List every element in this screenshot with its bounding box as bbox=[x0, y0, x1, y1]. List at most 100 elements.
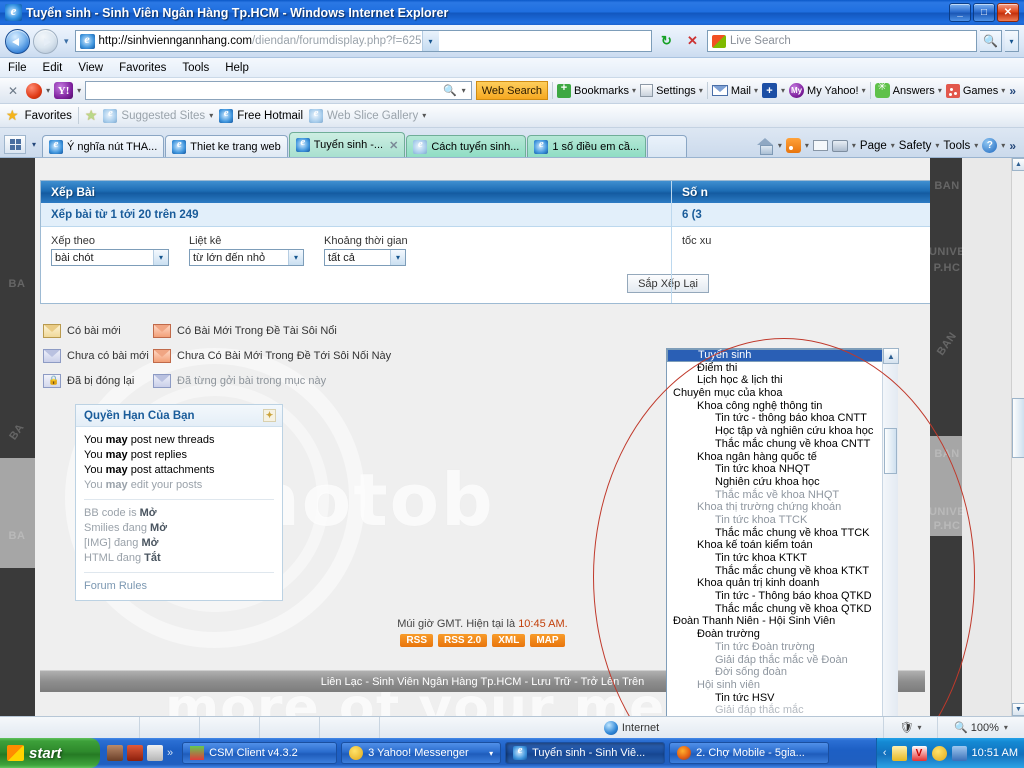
live-search-input[interactable]: Live Search bbox=[707, 30, 977, 52]
chevron-down-icon[interactable]: ▾ bbox=[974, 141, 978, 150]
address-dropdown-icon[interactable]: ▾ bbox=[421, 31, 439, 51]
badge-rss[interactable]: RSS bbox=[400, 634, 433, 647]
zoom-control[interactable]: 🔍 100% ▾ bbox=[938, 717, 1024, 738]
chevron-down-icon[interactable]: ▾ bbox=[1004, 723, 1008, 732]
quick-launch-overflow-icon[interactable]: » bbox=[167, 747, 173, 759]
dropdown-option-22[interactable]: Đoàn trường bbox=[667, 628, 897, 641]
dropdown-option-20[interactable]: Thắc mắc chung về khoa QTKD bbox=[667, 603, 897, 616]
command-bar-overflow-icon[interactable]: » bbox=[1009, 139, 1020, 153]
taskbar-item-yahoo-messenger[interactable]: 3 Yahoo! Messenger ▾ bbox=[341, 742, 502, 764]
taskbar-item-csm[interactable]: CSM Client v4.3.2 bbox=[182, 742, 338, 764]
tab-0[interactable]: Ý nghĩa nút THA... bbox=[42, 135, 165, 157]
quick-launch-icon-3[interactable] bbox=[147, 745, 163, 761]
toolbar-overflow-icon[interactable]: » bbox=[1009, 84, 1020, 98]
search-provider-dropdown-icon[interactable]: ▾ bbox=[1005, 30, 1019, 52]
chevron-down-icon[interactable]: ▾ bbox=[781, 86, 785, 95]
dropdown-option-15[interactable]: Khoa kế toán kiểm toán bbox=[667, 539, 897, 552]
badge-map[interactable]: MAP bbox=[530, 634, 565, 647]
collapse-star-icon[interactable]: ✦ bbox=[263, 409, 276, 422]
chevron-down-icon[interactable]: ▾ bbox=[935, 141, 939, 150]
minimize-button[interactable]: _ bbox=[949, 3, 971, 22]
dropdown-option-7[interactable]: Thắc mắc chung về khoa CNTT bbox=[667, 438, 897, 451]
chevron-down-icon[interactable]: ▾ bbox=[459, 86, 469, 95]
dropdown-option-13[interactable]: Tin tức khoa TTCK bbox=[667, 514, 897, 527]
close-button[interactable]: ✕ bbox=[997, 3, 1019, 22]
dropdown-option-0[interactable]: Tuyển sinh bbox=[667, 349, 897, 362]
dropdown-option-16[interactable]: Tin tức khoa KTKT bbox=[667, 552, 897, 565]
menu-help[interactable]: Help bbox=[225, 62, 249, 74]
menu-tools[interactable]: Tools bbox=[182, 62, 209, 74]
dropdown-option-9[interactable]: Tin tức khoa NHQT bbox=[667, 463, 897, 476]
command-tools[interactable]: Tools bbox=[943, 140, 970, 152]
sort-by-select[interactable]: bài chót ▾ bbox=[51, 249, 169, 266]
menu-edit[interactable]: Edit bbox=[43, 62, 63, 74]
dropdown-option-11[interactable]: Thắc mắc về khoa NHQT bbox=[667, 489, 897, 502]
tab-1[interactable]: Thiet ke trang web bbox=[165, 135, 288, 157]
favorites-label[interactable]: Favorites bbox=[25, 110, 72, 122]
badge-xml[interactable]: XML bbox=[492, 634, 526, 647]
dropdown-option-6[interactable]: Học tập và nghiên cứu khoa học bbox=[667, 425, 897, 438]
favorite-suggested-sites[interactable]: Suggested Sites ▾ bbox=[103, 107, 213, 123]
plus-icon[interactable]: + bbox=[762, 83, 778, 98]
tray-yahoo-icon[interactable] bbox=[931, 745, 947, 761]
chevron-down-icon[interactable]: ▾ bbox=[46, 86, 50, 95]
forum-jump-dropdown-list[interactable]: Tuyển sinh Điểm thi Lịch học & lịch thi … bbox=[666, 348, 899, 716]
refresh-button[interactable]: ↻ bbox=[655, 30, 678, 53]
favorite-free-hotmail[interactable]: Free Hotmail bbox=[219, 107, 303, 123]
web-search-button[interactable]: Web Search bbox=[475, 81, 549, 100]
scrollbar-thumb[interactable] bbox=[884, 428, 897, 474]
command-safety[interactable]: Safety bbox=[899, 140, 932, 152]
yahoo-logo-icon[interactable]: Y! bbox=[54, 82, 74, 99]
start-button[interactable]: start bbox=[0, 738, 100, 768]
maximize-button[interactable]: □ bbox=[973, 3, 995, 22]
print-icon[interactable] bbox=[831, 139, 848, 152]
chevron-down-icon[interactable]: ▾ bbox=[852, 141, 856, 150]
chevron-down-icon[interactable]: ▾ bbox=[77, 86, 81, 95]
tab-close-icon[interactable]: ✕ bbox=[389, 139, 398, 152]
badge-rss2[interactable]: RSS 2.0 bbox=[437, 634, 488, 647]
tray-expand-icon[interactable]: ‹ bbox=[883, 747, 887, 759]
timeframe-select[interactable]: tất cả ▾ bbox=[324, 249, 406, 266]
search-go-button[interactable]: 🔍 bbox=[980, 30, 1002, 52]
menu-view[interactable]: View bbox=[78, 62, 103, 74]
tray-clock[interactable]: 10:51 AM bbox=[972, 747, 1018, 759]
forum-rules-link[interactable]: Forum Rules bbox=[84, 579, 274, 594]
quick-launch-icon-1[interactable] bbox=[107, 745, 123, 761]
chevron-down-icon[interactable]: ▾ bbox=[489, 749, 493, 758]
dropdown-option-24[interactable]: Giải đáp thắc mắc về Đoàn bbox=[667, 654, 897, 667]
dropdown-scrollbar[interactable]: ▲ ▼ bbox=[882, 348, 899, 716]
dropdown-option-26[interactable]: Hội sinh viên bbox=[667, 679, 897, 692]
dropdown-option-18[interactable]: Khoa quản trị kinh doanh bbox=[667, 577, 897, 590]
recent-pages-dropdown-icon[interactable]: ▾ bbox=[61, 36, 72, 47]
security-zone[interactable]: Internet bbox=[380, 717, 884, 738]
toolbar-answers[interactable]: Answers ▾ bbox=[874, 80, 942, 98]
menu-file[interactable]: File bbox=[8, 62, 27, 74]
read-mail-icon[interactable] bbox=[812, 140, 828, 151]
dropdown-options[interactable]: Tuyển sinh Điểm thi Lịch học & lịch thi … bbox=[666, 348, 898, 716]
home-icon[interactable] bbox=[756, 138, 774, 155]
tab-2-active[interactable]: Tuyển sinh -... ✕ bbox=[288, 132, 406, 157]
toolbar-games[interactable]: Games ▾ bbox=[945, 83, 1005, 98]
stop-button[interactable]: ✕ bbox=[681, 30, 704, 53]
tab-list-dropdown-icon[interactable]: ▾ bbox=[27, 135, 41, 154]
quick-tabs-button[interactable] bbox=[4, 135, 26, 154]
dropdown-option-17[interactable]: Thắc mắc chung về khoa KTKT bbox=[667, 565, 897, 578]
dropdown-option-19[interactable]: Tin tức - Thông báo khoa QTKD bbox=[667, 590, 897, 603]
list-order-select[interactable]: từ lớn đến nhỏ ▾ bbox=[189, 249, 304, 266]
toolbar-close-icon[interactable]: ✕ bbox=[4, 84, 22, 98]
help-icon[interactable]: ? bbox=[982, 138, 998, 153]
dropdown-option-27[interactable]: Tin tức HSV bbox=[667, 692, 897, 705]
tab-3[interactable]: Cách tuyển sinh... bbox=[406, 135, 527, 157]
dropdown-option-2[interactable]: Lịch học & lịch thi bbox=[667, 374, 897, 387]
yahoo-search-input[interactable]: 🔍 ▾ bbox=[85, 81, 472, 100]
toolbar-settings[interactable]: Settings ▾ bbox=[640, 84, 703, 97]
dropdown-option-23[interactable]: Tin tức Đoàn trường bbox=[667, 641, 897, 654]
protected-mode[interactable]: 🛡 ▾ bbox=[884, 717, 938, 738]
chevron-down-icon[interactable]: ▾ bbox=[917, 723, 921, 732]
chevron-down-icon[interactable]: ▾ bbox=[1001, 141, 1005, 150]
command-page[interactable]: Page bbox=[860, 140, 887, 152]
scroll-up-icon[interactable]: ▲ bbox=[883, 348, 899, 364]
chevron-down-icon[interactable]: ▾ bbox=[891, 141, 895, 150]
add-favorite-icon[interactable]: ★ bbox=[85, 107, 98, 124]
chevron-down-icon[interactable]: ▾ bbox=[805, 141, 809, 150]
